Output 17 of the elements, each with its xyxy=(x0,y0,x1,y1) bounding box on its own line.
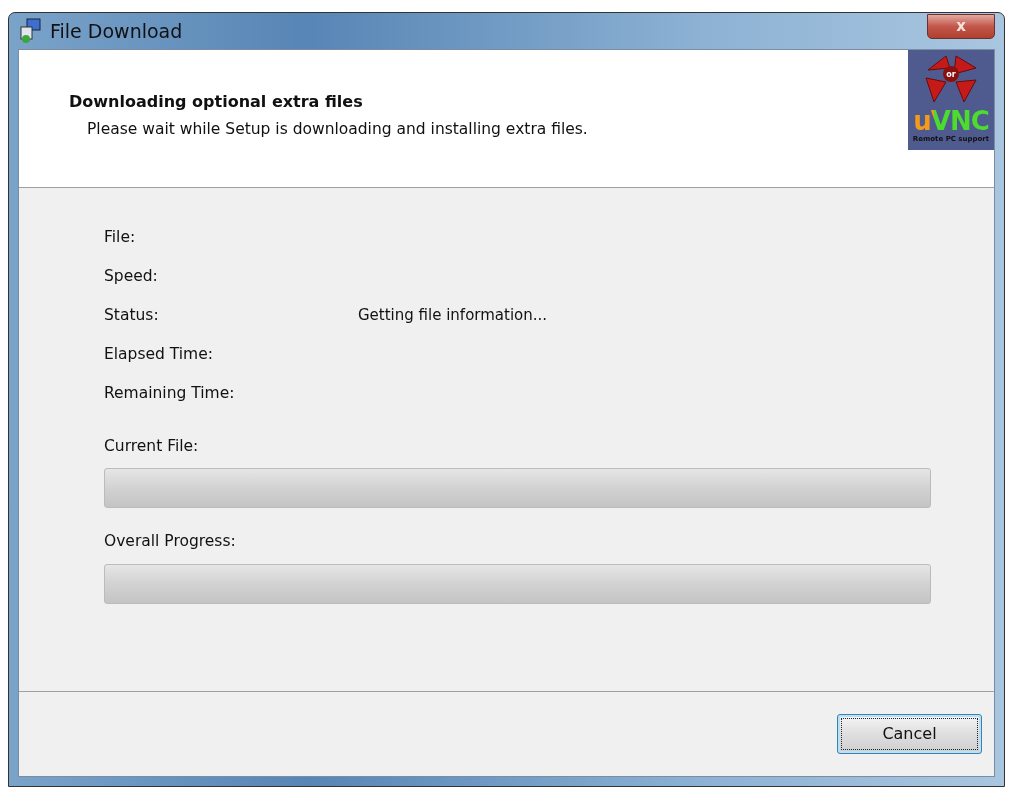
badge-label: or xyxy=(946,70,956,79)
field-label: Speed: xyxy=(104,265,159,287)
installer-icon xyxy=(18,18,42,44)
field-label: File: xyxy=(104,226,137,248)
field-label: Remaining Time: xyxy=(104,382,236,404)
arrows-drawing xyxy=(925,55,977,103)
cancel-button[interactable]: Cancel xyxy=(837,714,982,754)
window-title: File Download xyxy=(50,18,183,44)
field-label: Status: xyxy=(104,304,160,326)
progress-label: Overall Progress: xyxy=(104,531,237,553)
field-value: Getting file information... xyxy=(358,305,548,327)
badge-circle xyxy=(943,66,959,82)
progress-label: Current File: xyxy=(104,436,200,457)
header-title: Downloading optional extra files xyxy=(69,91,364,113)
field-label: Elapsed Time: xyxy=(104,343,214,365)
header-subtitle: Please wait while Setup is downloading and installing extra files. xyxy=(87,119,588,140)
close-button[interactable]: x xyxy=(927,13,995,39)
